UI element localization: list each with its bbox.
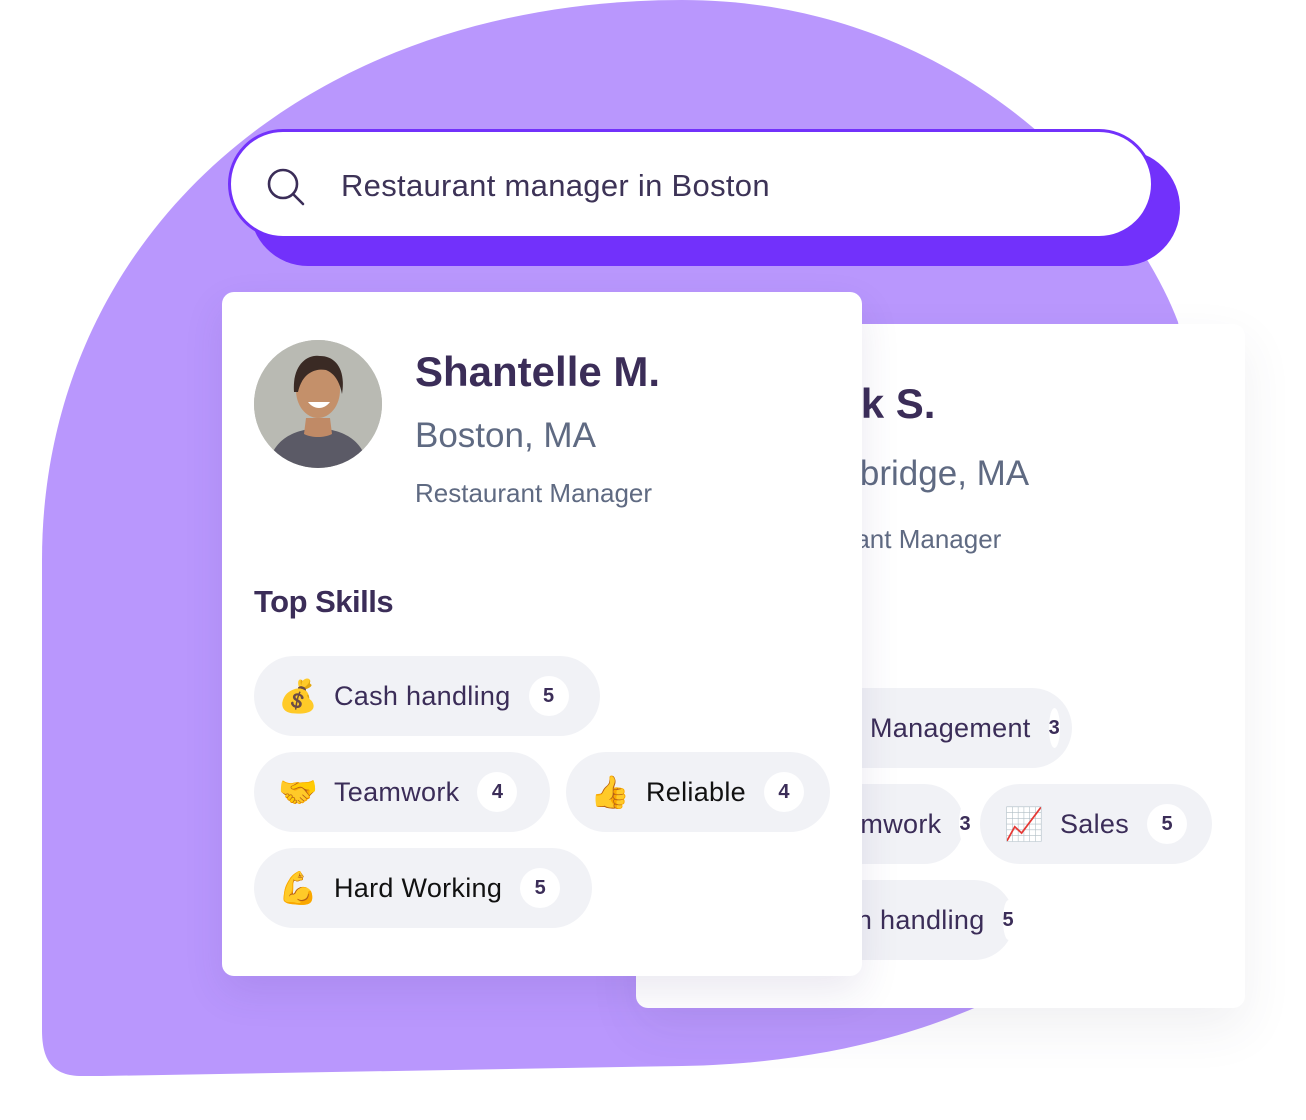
- candidate-card-shantelle[interactable]: Shantelle M. Boston, MA Restaurant Manag…: [222, 292, 862, 976]
- candidate-name: Shantelle M.: [415, 348, 661, 395]
- skill-chip[interactable]: 👍 Reliable 4: [566, 752, 830, 832]
- skill-label: Hard Working: [334, 872, 503, 903]
- candidate-location: Boston, MA: [415, 416, 596, 455]
- skill-chip[interactable]: 💪 Hard Working 5: [254, 848, 592, 928]
- skill-count: 5: [1147, 804, 1188, 844]
- avatar: [254, 340, 382, 468]
- avatar-photo: [254, 340, 382, 468]
- skill-count: 3: [959, 804, 971, 844]
- handshake-icon: 🤝: [278, 774, 318, 810]
- search-input[interactable]: Restaurant manager in Boston: [341, 168, 770, 204]
- skill-count: 4: [477, 772, 518, 812]
- skill-count: 5: [528, 676, 569, 716]
- skill-count: 3: [1048, 708, 1060, 748]
- thumbs-up-icon: 👍: [590, 774, 630, 810]
- chart-increasing-icon: 📈: [1004, 806, 1044, 842]
- skill-count: 4: [763, 772, 804, 812]
- skill-count: 5: [1002, 900, 1014, 940]
- candidate-role: Restaurant Manager: [415, 478, 653, 508]
- skill-label: Sales: [1060, 808, 1130, 839]
- top-skills-heading: Top Skills: [254, 584, 394, 619]
- skill-label: Management: [870, 712, 1031, 743]
- money-bag-icon: 💰: [278, 678, 318, 714]
- search-bar[interactable]: Restaurant manager in Boston: [228, 129, 1154, 239]
- skill-chip[interactable]: 🤝 Teamwork 4: [254, 752, 550, 832]
- skill-chip[interactable]: 💰 Cash handling 5: [254, 656, 600, 736]
- skill-count: 5: [520, 868, 561, 908]
- skill-label: Cash handling: [334, 680, 511, 711]
- flexed-biceps-icon: 💪: [278, 870, 318, 906]
- skill-label: Teamwork: [334, 776, 460, 807]
- skill-chip[interactable]: 📈 Sales 5: [980, 784, 1212, 864]
- skill-label: Reliable: [646, 776, 746, 807]
- search-icon: [267, 168, 305, 206]
